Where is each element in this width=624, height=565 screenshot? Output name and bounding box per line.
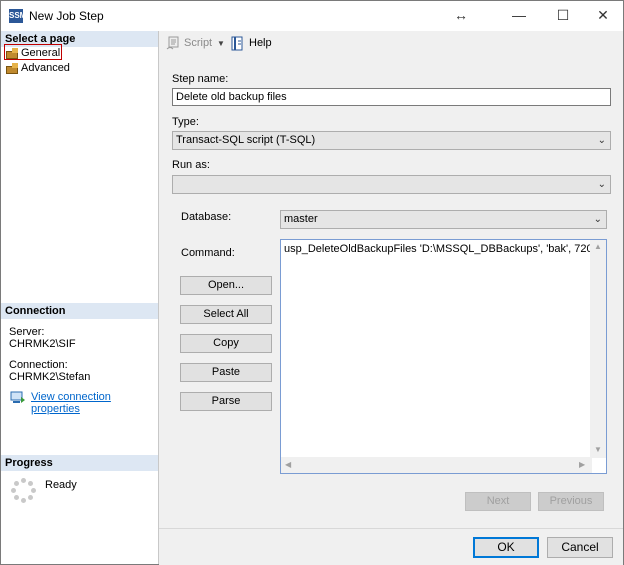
title-bar: SSMS New Job Step ↔ — ☐ ✕ — [1, 1, 623, 31]
type-select-value: Transact-SQL script (T-SQL) — [176, 134, 316, 146]
chevron-down-icon: ⌄ — [593, 214, 602, 225]
step-name-input[interactable]: Delete old backup files — [172, 88, 611, 106]
vertical-scrollbar[interactable]: ▲ ▼ — [590, 240, 606, 458]
script-dropdown-icon[interactable]: ▼ — [217, 39, 225, 48]
window-title: New Job Step — [29, 9, 104, 23]
connection-value: CHRMK2\Stefan — [9, 371, 91, 383]
dialog-button-bar: OK Cancel — [159, 528, 623, 565]
chevron-down-icon: ⌄ — [597, 179, 606, 190]
cancel-button[interactable]: Cancel — [547, 537, 613, 558]
next-button[interactable]: Next — [465, 492, 531, 511]
scroll-up-icon[interactable]: ▲ — [594, 242, 602, 251]
progress-header: Progress — [1, 455, 158, 471]
progress-status: Ready — [45, 479, 77, 491]
database-select[interactable]: master ⌄ — [280, 210, 607, 229]
command-textarea[interactable]: usp_DeleteOldBackupFiles 'D:\MSSQL_DBBac… — [280, 239, 607, 474]
help-icon — [231, 36, 243, 51]
page-selector-panel: Select a page General Advanced Connectio… — [1, 31, 159, 564]
view-connection-properties-link[interactable]: View connection properties — [31, 391, 158, 415]
general-page-content: Step name: Delete old backup files Type:… — [159, 59, 623, 528]
script-icon — [166, 36, 179, 50]
progress-spinner-icon — [11, 478, 37, 504]
step-name-label: Step name: — [172, 73, 229, 85]
wrench-icon — [6, 62, 19, 74]
connection-label: Connection: — [9, 359, 68, 371]
copy-button[interactable]: Copy — [180, 334, 272, 353]
scroll-left-icon[interactable]: ◀ — [285, 460, 291, 469]
parse-button[interactable]: Parse — [180, 392, 272, 411]
close-button[interactable]: ✕ — [581, 1, 624, 31]
page-advanced[interactable]: Advanced — [6, 61, 70, 75]
ok-button[interactable]: OK — [473, 537, 539, 558]
command-label: Command: — [181, 247, 235, 259]
horizontal-scrollbar[interactable]: ◀ ▶ — [281, 457, 592, 473]
app-icon: SSMS — [9, 9, 32, 23]
resize-arrows-icon[interactable]: ↔ — [439, 1, 483, 31]
new-job-step-dialog: SSMS New Job Step ↔ — ☐ ✕ Select a page … — [0, 0, 624, 565]
select-all-button[interactable]: Select All — [180, 305, 272, 324]
open-button[interactable]: Open... — [180, 276, 272, 295]
maximize-button[interactable]: ☐ — [541, 1, 585, 31]
toolbar: Script ▼ Help — [159, 31, 623, 57]
type-select[interactable]: Transact-SQL script (T-SQL) ⌄ — [172, 131, 611, 150]
database-label: Database: — [181, 211, 232, 223]
page-advanced-label: Advanced — [21, 62, 70, 74]
main-panel: Script ▼ Help Step name: Delete old back… — [159, 31, 623, 528]
scroll-right-icon[interactable]: ▶ — [579, 460, 585, 469]
help-button[interactable]: Help — [249, 37, 272, 49]
selected-page-outline — [4, 44, 62, 60]
script-button[interactable]: Script — [184, 37, 212, 49]
type-label: Type: — [172, 116, 199, 128]
chevron-down-icon: ⌄ — [597, 135, 606, 146]
run-as-label: Run as: — [172, 159, 210, 171]
connection-header: Connection — [1, 303, 158, 319]
scroll-down-icon[interactable]: ▼ — [594, 445, 602, 454]
connection-properties-icon — [10, 391, 25, 403]
database-select-value: master — [284, 213, 318, 225]
minimize-button[interactable]: — — [497, 1, 541, 31]
command-text: usp_DeleteOldBackupFiles 'D:\MSSQL_DBBac… — [284, 243, 593, 255]
run-as-select[interactable]: ⌄ — [172, 175, 611, 194]
paste-button[interactable]: Paste — [180, 363, 272, 382]
server-value: CHRMK2\SIF — [9, 338, 76, 350]
previous-button[interactable]: Previous — [538, 492, 604, 511]
server-label: Server: — [9, 326, 45, 338]
